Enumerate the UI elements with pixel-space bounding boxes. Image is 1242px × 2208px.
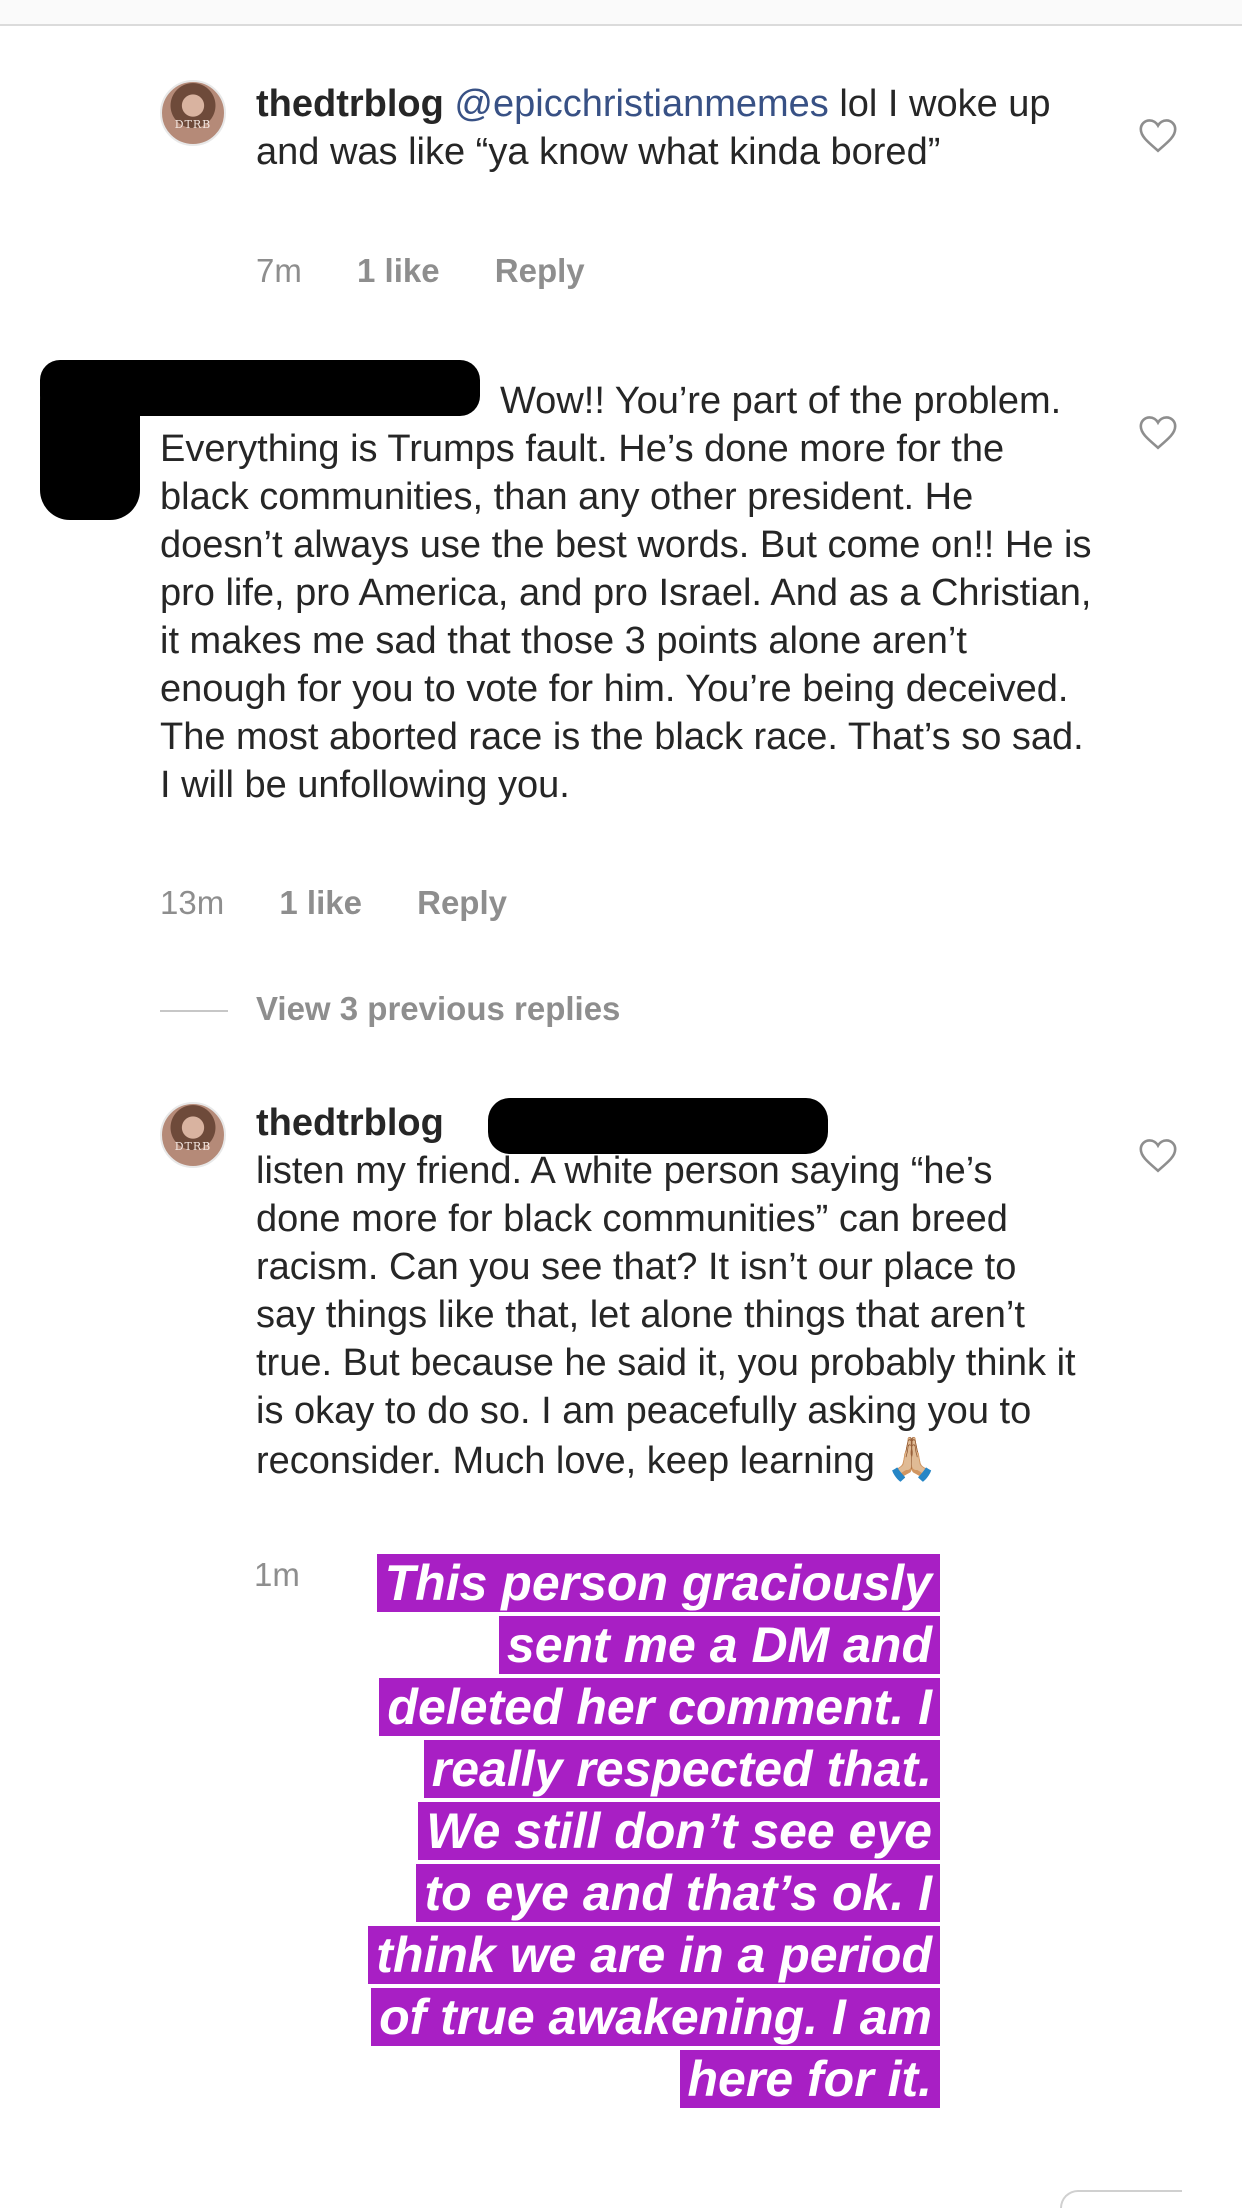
avatar-text: DTRB — [174, 118, 212, 131]
avatar-text: DTRB — [174, 1140, 212, 1153]
heart-icon[interactable] — [1138, 415, 1178, 451]
story-text-line: of true awakening. I am — [371, 1988, 940, 2046]
story-text-overlay: This person graciously sent me a DM and … — [300, 1554, 940, 2112]
redacted-avatar — [40, 370, 140, 520]
story-text-line: to eye and that’s ok. I — [416, 1864, 940, 1922]
comment-likes[interactable]: 1 like — [357, 252, 440, 289]
comment-meta: 7m 1 like Reply — [256, 252, 585, 290]
praying-hands-icon: 🙏🏼 — [885, 1435, 938, 1482]
heart-icon[interactable] — [1138, 118, 1178, 154]
comment-text: Wow!! You’re part of the problem. Everyt… — [160, 380, 1092, 806]
comment-time: 1m — [254, 1556, 300, 1593]
comment-body: thedtrblog listen my friend. A white per… — [256, 1099, 1086, 1485]
view-replies-button[interactable]: View 3 previous replies — [160, 990, 620, 1028]
story-text-line: sent me a DM and — [498, 1616, 940, 1674]
comment-body: Wow!! You’re part of the problem. Everyt… — [160, 377, 1100, 809]
comment-text: listen my friend. A white person saying … — [256, 1150, 1076, 1482]
story-text-line: deleted her comment. I — [379, 1678, 940, 1736]
comment-time: 7m — [256, 252, 302, 289]
comment-mention[interactable]: @epicchristianmemes — [454, 83, 828, 125]
comment-meta: 13m 1 like Reply — [160, 884, 507, 922]
heart-icon[interactable] — [1138, 1138, 1178, 1174]
top-bar — [0, 0, 1242, 26]
avatar[interactable]: DTRB — [160, 1102, 226, 1168]
story-text-line: think we are in a period — [368, 1926, 940, 1984]
divider-line — [160, 1010, 228, 1013]
story-text-line: We still don’t see eye — [418, 1802, 940, 1860]
comment-username[interactable]: thedtrblog — [256, 83, 444, 125]
comment-likes[interactable]: 1 like — [279, 884, 362, 921]
comment-time: 13m — [160, 884, 225, 921]
comment-username[interactable]: thedtrblog — [256, 1102, 444, 1144]
story-text-line: here for it. — [679, 2050, 940, 2108]
story-text-line: really respected that. — [423, 1740, 940, 1798]
bottom-edge-decoration — [1060, 2190, 1182, 2208]
reply-button[interactable]: Reply — [417, 884, 507, 921]
view-replies-label[interactable]: View 3 previous replies — [256, 990, 620, 1027]
reply-button[interactable]: Reply — [495, 252, 585, 289]
story-text-line: This person graciously — [376, 1554, 940, 1612]
avatar[interactable]: DTRB — [160, 80, 226, 146]
comment-body: thedtrblog @epicchristianmemes lol I wok… — [256, 80, 1086, 176]
